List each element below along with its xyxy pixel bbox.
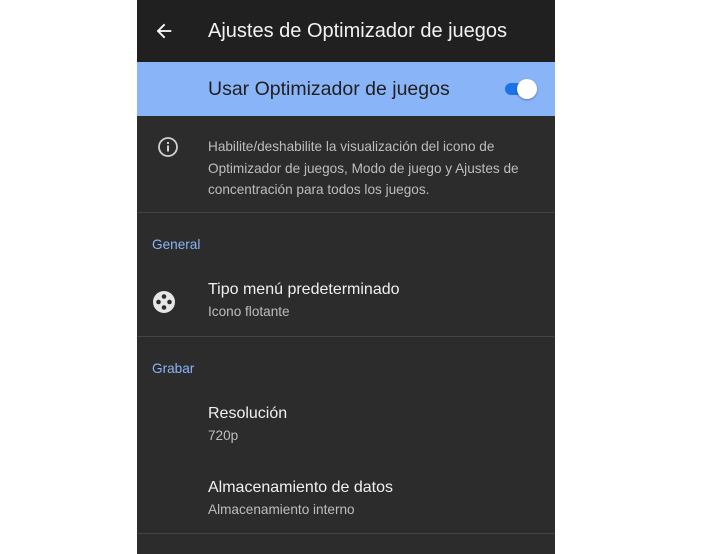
app-bar: Ajustes de Optimizador de juegos	[137, 0, 555, 62]
section-header-general: General	[152, 237, 201, 252]
setting-summary: Almacenamiento interno	[208, 502, 355, 517]
info-description: Habilite/deshabilite la visualización de…	[208, 139, 519, 197]
gamepad-icon	[153, 291, 175, 313]
setting-summary: 720p	[208, 428, 239, 443]
master-switch-row[interactable]: Usar Optimizador de juegos	[137, 62, 555, 116]
divider	[137, 533, 555, 534]
settings-screen: Ajustes de Optimizador de juegos Usar Op…	[137, 0, 555, 554]
setting-title: Resolución	[208, 405, 288, 422]
arrow-left-icon	[156, 23, 172, 39]
resolution-setting[interactable]: Resolución 720p	[137, 401, 555, 457]
master-toggle-switch[interactable]	[505, 79, 537, 99]
data-storage-setting[interactable]: Almacenamiento de datos Almacenamiento i…	[137, 475, 555, 531]
divider	[137, 212, 555, 213]
divider	[137, 336, 555, 337]
info-icon	[158, 137, 178, 157]
page-title: Ajustes de Optimizador de juegos	[208, 20, 508, 42]
info-block: Habilite/deshabilite la visualización de…	[137, 116, 555, 212]
setting-summary: Icono flotante	[208, 304, 290, 319]
master-switch-label: Usar Optimizador de juegos	[208, 78, 450, 100]
back-button[interactable]	[147, 14, 181, 48]
setting-title: Almacenamiento de datos	[208, 479, 393, 496]
section-header-grabar: Grabar	[152, 361, 195, 376]
switch-thumb	[517, 79, 537, 99]
setting-title: Tipo menú predeterminado	[208, 281, 400, 298]
default-menu-type-setting[interactable]: Tipo menú predeterminado Icono flotante	[137, 277, 555, 333]
